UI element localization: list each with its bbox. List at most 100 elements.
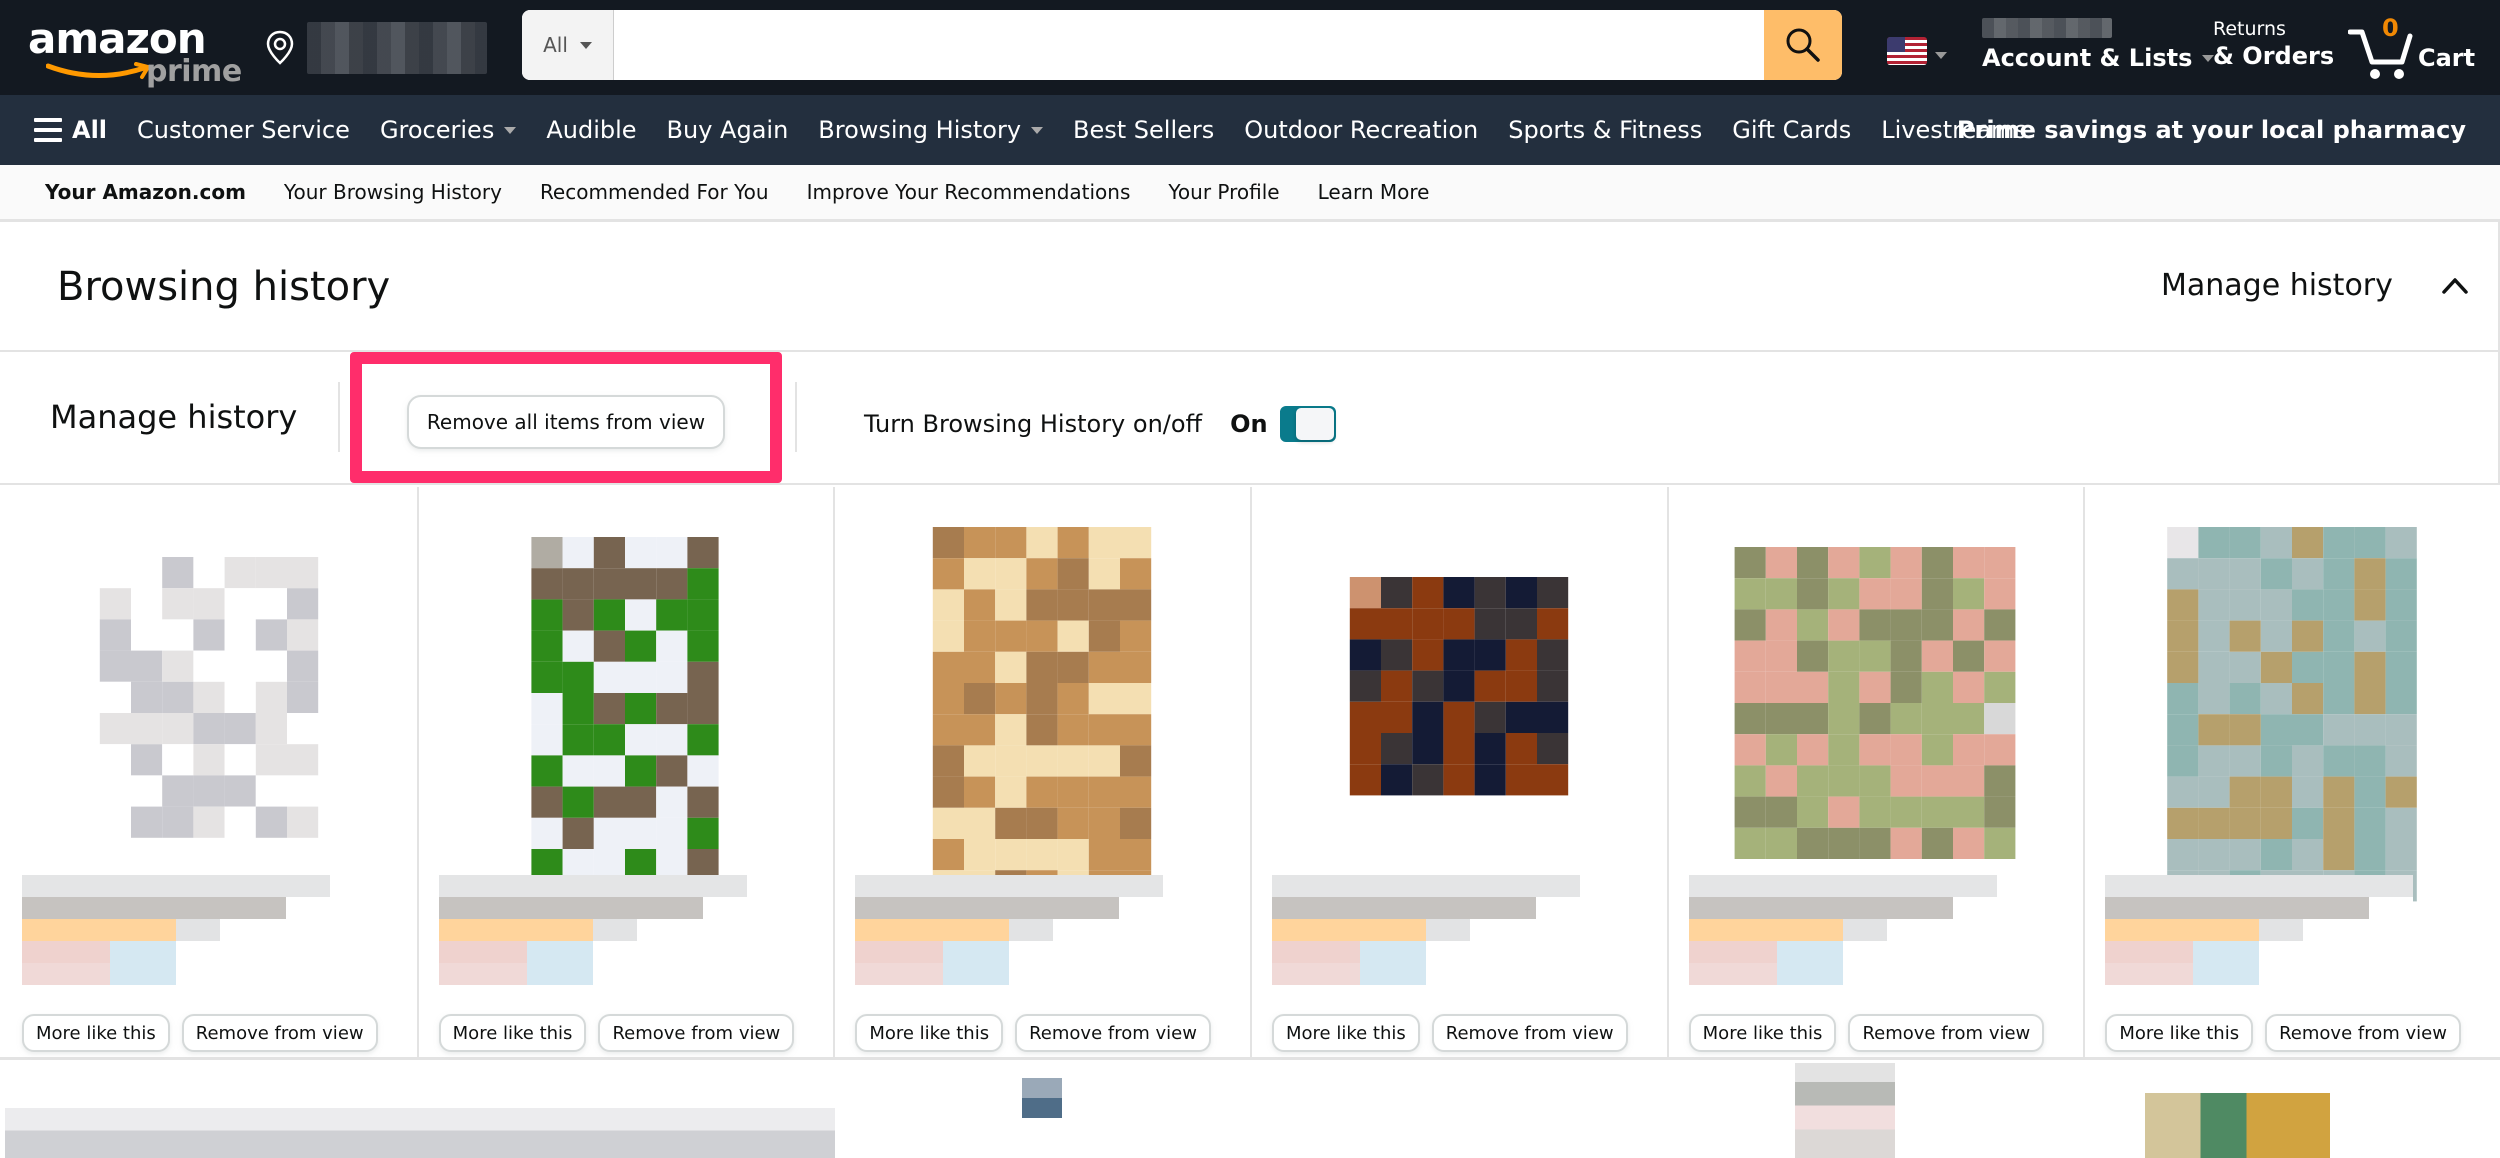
- nav-item-outdoor-recreation[interactable]: Outdoor Recreation: [1244, 116, 1478, 144]
- product-title-blurred[interactable]: [438, 875, 747, 985]
- hamburger-menu-icon: [34, 118, 62, 142]
- main-nav: All Customer Service Groceries Audible B…: [0, 95, 2500, 165]
- nav-item-customer-service[interactable]: Customer Service: [137, 116, 350, 144]
- subnav-improve-recommendations[interactable]: Improve Your Recommendations: [807, 180, 1131, 204]
- column-divider: [416, 487, 419, 1057]
- nav-item-label: Gift Cards: [1732, 116, 1852, 144]
- toggle-state-label: On: [1230, 410, 1268, 438]
- product-image-blurred[interactable]: [99, 557, 318, 838]
- product-grid: More like this Remove from view More like …: [0, 487, 2500, 1060]
- product-card: More like this Remove from view: [416, 487, 834, 1060]
- all-menu-button[interactable]: All: [34, 116, 107, 144]
- logo-prime-text: prime: [146, 54, 242, 89]
- chevron-down-icon: [1031, 126, 1044, 134]
- subnav-your-browsing-history[interactable]: Your Browsing History: [284, 180, 502, 204]
- returns-and-orders[interactable]: Returns & Orders: [2213, 18, 2334, 70]
- more-like-this-button[interactable]: More like this: [1272, 1014, 1420, 1052]
- product-image-blurred[interactable]: [531, 537, 719, 881]
- cart-label: Cart: [2418, 44, 2476, 72]
- browsing-history-switch[interactable]: [1279, 406, 1336, 442]
- product-card: More like this Remove from view: [1666, 487, 2084, 1060]
- search-bar: All: [522, 10, 1842, 80]
- product-actions: More like this Remove from view: [22, 1014, 378, 1052]
- nav-item-label: Customer Service: [137, 116, 350, 144]
- product-title-blurred[interactable]: [1688, 875, 1997, 985]
- nav-item-label: Buy Again: [666, 116, 789, 144]
- product-title-blurred[interactable]: [1272, 875, 1580, 985]
- account-and-lists[interactable]: Account & Lists: [1982, 18, 2215, 72]
- product-image-blurred[interactable]: [2167, 527, 2417, 902]
- amazon-prime-logo[interactable]: amazon prime: [28, 14, 242, 89]
- column-divider: [1250, 487, 1252, 1057]
- more-like-this-button[interactable]: More like this: [22, 1014, 170, 1052]
- more-like-this-button[interactable]: More like this: [855, 1014, 1004, 1052]
- browsing-history-card: Browsing history Manage history Manage h…: [0, 222, 2500, 485]
- nav-item-buy-again[interactable]: Buy Again: [667, 116, 789, 144]
- product-card: More like this Remove from view: [1250, 487, 1667, 1060]
- product-actions: More like this Remove from view: [2105, 1014, 2461, 1052]
- manage-history-toggle[interactable]: Manage history: [2161, 268, 2393, 303]
- nav-item-audible[interactable]: Audible: [546, 116, 636, 144]
- product-image-blurred: [2145, 1093, 2330, 1158]
- nav-promo-link[interactable]: Prime savings at your local pharmacy: [1957, 116, 2466, 144]
- search-input[interactable]: [614, 10, 1764, 80]
- remove-from-view-button[interactable]: Remove from view: [598, 1014, 795, 1052]
- nav-item-gift-cards[interactable]: Gift Cards: [1732, 116, 1851, 144]
- chevron-up-icon[interactable]: [2440, 274, 2470, 298]
- cart-count: 0: [2382, 14, 2399, 42]
- product-title-blurred[interactable]: [855, 875, 1164, 985]
- chevron-down-icon: [1935, 52, 1947, 59]
- chevron-down-icon: [504, 126, 517, 134]
- remove-from-view-button[interactable]: Remove from view: [1015, 1014, 1211, 1052]
- returns-label: Returns: [2213, 18, 2286, 40]
- divider: [338, 382, 340, 452]
- nav-item-browsing-history[interactable]: Browsing History: [818, 116, 1044, 144]
- smile-arrow-icon: [46, 62, 152, 79]
- nav-item-label: Sports & Fitness: [1508, 116, 1703, 144]
- remove-from-view-button[interactable]: Remove from view: [1431, 1014, 1628, 1052]
- nav-item-label: Groceries: [379, 116, 495, 144]
- top-header: amazon prime All Account & Lists Returns…: [0, 0, 2500, 95]
- all-menu-label: All: [72, 116, 108, 144]
- product-title-blurred[interactable]: [2105, 875, 2414, 985]
- subnav-learn-more[interactable]: Learn More: [1318, 180, 1430, 204]
- remove-from-view-button[interactable]: Remove from view: [1848, 1014, 2045, 1052]
- divider: [795, 382, 797, 452]
- more-like-this-button[interactable]: More like this: [438, 1014, 587, 1052]
- search-button[interactable]: [1764, 10, 1842, 80]
- product-image-blurred: [1795, 1063, 1895, 1158]
- search-category-select[interactable]: All: [522, 10, 614, 80]
- more-like-this-button[interactable]: More like this: [2105, 1014, 2254, 1052]
- product-title-blurred[interactable]: [22, 875, 330, 985]
- orders-label: & Orders: [2213, 42, 2335, 70]
- subnav-your-profile[interactable]: Your Profile: [1168, 180, 1279, 204]
- product-actions: More like this Remove from view: [855, 1014, 1211, 1052]
- product-image-blurred: [5, 1108, 835, 1158]
- us-flag-icon[interactable]: [1887, 37, 1927, 65]
- switch-knob[interactable]: [1295, 408, 1334, 440]
- product-image-blurred[interactable]: [1734, 547, 2016, 859]
- search-icon: [1786, 28, 1820, 62]
- product-card: More like this Remove from view: [0, 487, 417, 1060]
- subnav-recommended-for-you[interactable]: Recommended For You: [540, 180, 769, 204]
- product-image-blurred[interactable]: [1349, 577, 1568, 796]
- more-like-this-button[interactable]: More like this: [1688, 1014, 1837, 1052]
- remove-all-items-button[interactable]: Remove all items from view: [407, 395, 725, 449]
- nav-item-label: Outdoor Recreation: [1244, 116, 1479, 144]
- product-image-blurred[interactable]: [932, 527, 1152, 902]
- nav-item-groceries[interactable]: Groceries: [379, 116, 517, 144]
- sub-nav: Your Amazon.com Your Browsing History Re…: [0, 165, 2500, 222]
- subnav-your-amazon[interactable]: Your Amazon.com: [45, 180, 246, 204]
- manage-history-label: Manage history: [50, 398, 298, 436]
- remove-from-view-button[interactable]: Remove from view: [2265, 1014, 2461, 1052]
- product-grid-row-2: [0, 1063, 2500, 1158]
- remove-from-view-button[interactable]: Remove from view: [181, 1014, 378, 1052]
- column-divider: [1666, 487, 1669, 1057]
- product-card: More like this Remove from view: [833, 487, 1250, 1060]
- cart-button[interactable]: 0 Cart: [2348, 14, 2488, 84]
- column-divider: [833, 487, 836, 1057]
- deliver-to-location[interactable]: [265, 22, 487, 74]
- nav-item-sports-fitness[interactable]: Sports & Fitness: [1508, 116, 1702, 144]
- account-label: Account & Lists: [1982, 44, 2193, 72]
- nav-item-best-sellers[interactable]: Best Sellers: [1073, 116, 1214, 144]
